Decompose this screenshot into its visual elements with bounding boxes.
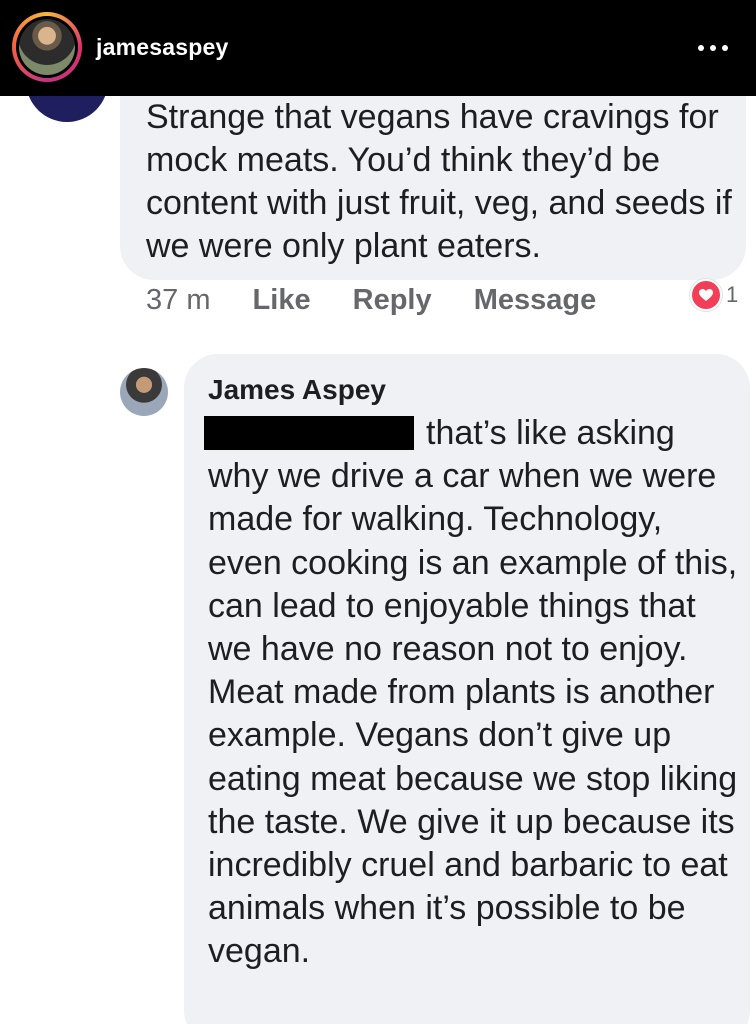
heart-icon [690,279,722,311]
comment-actions: 37 m Like Reply Message [146,284,596,317]
reaction-count: 1 [726,282,739,307]
reply-text: that’s like asking why we drive a car wh… [208,414,738,971]
profile-photo [19,19,75,75]
instagram-header: jamesaspey [0,0,756,96]
ellipsis-icon[interactable] [698,44,728,52]
reply-author-avatar[interactable] [120,368,168,416]
comment-text: Strange that vegans have cravings for mo… [146,98,732,265]
profile-username[interactable]: jamesaspey [96,34,228,61]
reply-button[interactable]: Reply [353,284,432,316]
like-button[interactable]: Like [253,284,311,316]
comment-time: 37 m [146,284,211,316]
reaction-summary[interactable]: 1 [690,279,739,311]
reply-author-name[interactable]: James Aspey [208,374,386,406]
profile-avatar[interactable] [12,12,82,82]
message-button[interactable]: Message [474,284,597,316]
screenshot: jamesaspey Strange that vegans have crav… [0,0,756,1024]
